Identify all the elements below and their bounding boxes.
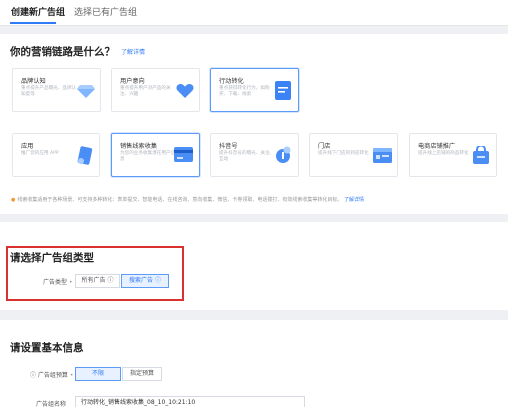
card-icon bbox=[174, 147, 193, 162]
budget-specified[interactable]: 指定预算 bbox=[122, 367, 162, 381]
option-desc: 重点提升产品曝光、品牌认知度等 bbox=[21, 86, 77, 97]
note-detail-link[interactable]: 了解详情 bbox=[344, 197, 364, 203]
tab-bar: 创建新广告组 选择已有广告组 bbox=[0, 0, 508, 26]
option-title: 销售线索收集 bbox=[120, 143, 158, 150]
basic-info-title: 请设置基本信息 bbox=[10, 342, 84, 354]
marketing-chain-title: 你的营销链路是什么？ bbox=[10, 46, 115, 58]
option-douyin-account[interactable]: 抖音号 提升抖音号的曝光、关注、互动 bbox=[210, 133, 299, 177]
option-title: 抖音号 bbox=[219, 143, 238, 150]
budget-label-text: ⓘ 广告组预算 bbox=[30, 372, 68, 379]
option-title: 应用 bbox=[21, 143, 34, 150]
option-title: 用户意向 bbox=[120, 78, 145, 85]
store-icon bbox=[373, 148, 392, 163]
option-brand-awareness[interactable]: 品牌认知 重点提升产品曝光、品牌认知度等 bbox=[12, 68, 101, 112]
adgroup-name-label: 广告组名称 bbox=[36, 401, 67, 407]
option-desc: 重点获得转化行为，如购买、下载、线索 bbox=[219, 86, 270, 97]
marketing-chain-card: 你的营销链路是什么？ 了解详情 品牌认知 重点提升产品曝光、品牌认知度等 用户意… bbox=[0, 34, 508, 214]
option-desc: 提升线下门店的到店转化 bbox=[318, 151, 369, 156]
lead-collection-note: ● 线索收集适用于各种场景、可支持多种转化：表单提交、智能电话、在线咨询、意向收集… bbox=[11, 196, 364, 203]
option-title: 电商店铺推广 bbox=[418, 143, 456, 150]
option-title: 行动转化 bbox=[219, 78, 244, 85]
option-user-intent[interactable]: 用户意向 重点提升用户对产品的关注、兴趣 bbox=[111, 68, 200, 112]
option-title: 品牌认知 bbox=[21, 78, 46, 85]
douyin-icon bbox=[276, 146, 291, 163]
option-desc: 为您的业务收集潜在用户信息 bbox=[120, 151, 176, 162]
document-icon bbox=[275, 81, 291, 100]
marketing-detail-link[interactable]: 了解详情 bbox=[121, 47, 145, 56]
active-tab-indicator bbox=[10, 22, 56, 24]
heart-icon bbox=[176, 83, 194, 98]
option-ecommerce-shop[interactable]: 电商店铺推广 提升线上店铺的商品转化 bbox=[409, 133, 497, 177]
option-action-conversion[interactable]: 行动转化 重点获得转化行为，如购买、下载、线索 bbox=[210, 68, 299, 112]
option-desc: 重点提升用户对产品的关注、兴趣 bbox=[120, 86, 171, 97]
option-sales-lead-collection[interactable]: 销售线索收集 为您的业务收集潜在用户信息 bbox=[111, 133, 200, 177]
app-icon bbox=[77, 146, 93, 165]
budget-label: ⓘ 广告组预算 • bbox=[30, 372, 74, 379]
option-desc: 提升线上店铺的商品转化 bbox=[418, 151, 469, 156]
shop-icon bbox=[473, 146, 489, 164]
option-desc: 提升抖音号的曝光、关注、互动 bbox=[219, 151, 275, 162]
budget-unlimited[interactable]: 不限 bbox=[75, 367, 121, 381]
note-text: 线索收集适用于各种场景、可支持多种转化：表单提交、智能电话、在线咨询、意向收集、… bbox=[17, 197, 343, 203]
basic-info-card: 请设置基本信息 ⓘ 广告组预算 • 不限 指定预算 广告组名称 行动转化_销售线… bbox=[0, 320, 508, 407]
adgroup-name-input[interactable]: 行动转化_销售线索收集_08_10_10:21:10 bbox=[75, 396, 305, 407]
page: 创建新广告组 选择已有广告组 你的营销链路是什么？ 了解详情 品牌认知 重点提升… bbox=[0, 0, 508, 407]
option-title: 门店 bbox=[318, 143, 331, 150]
tab-select-existing-adgroup[interactable]: 选择已有广告组 bbox=[74, 5, 137, 18]
option-store[interactable]: 门店 提升线下门店的到店转化 bbox=[309, 133, 398, 177]
option-app[interactable]: 应用 推广您的应用 APP bbox=[12, 133, 100, 177]
diamond-icon bbox=[77, 85, 95, 98]
highlight-frame bbox=[6, 246, 184, 301]
tab-create-new-adgroup[interactable]: 创建新广告组 bbox=[11, 5, 65, 18]
option-desc: 推广您的应用 APP bbox=[21, 151, 59, 156]
warning-icon: ● bbox=[11, 197, 16, 203]
